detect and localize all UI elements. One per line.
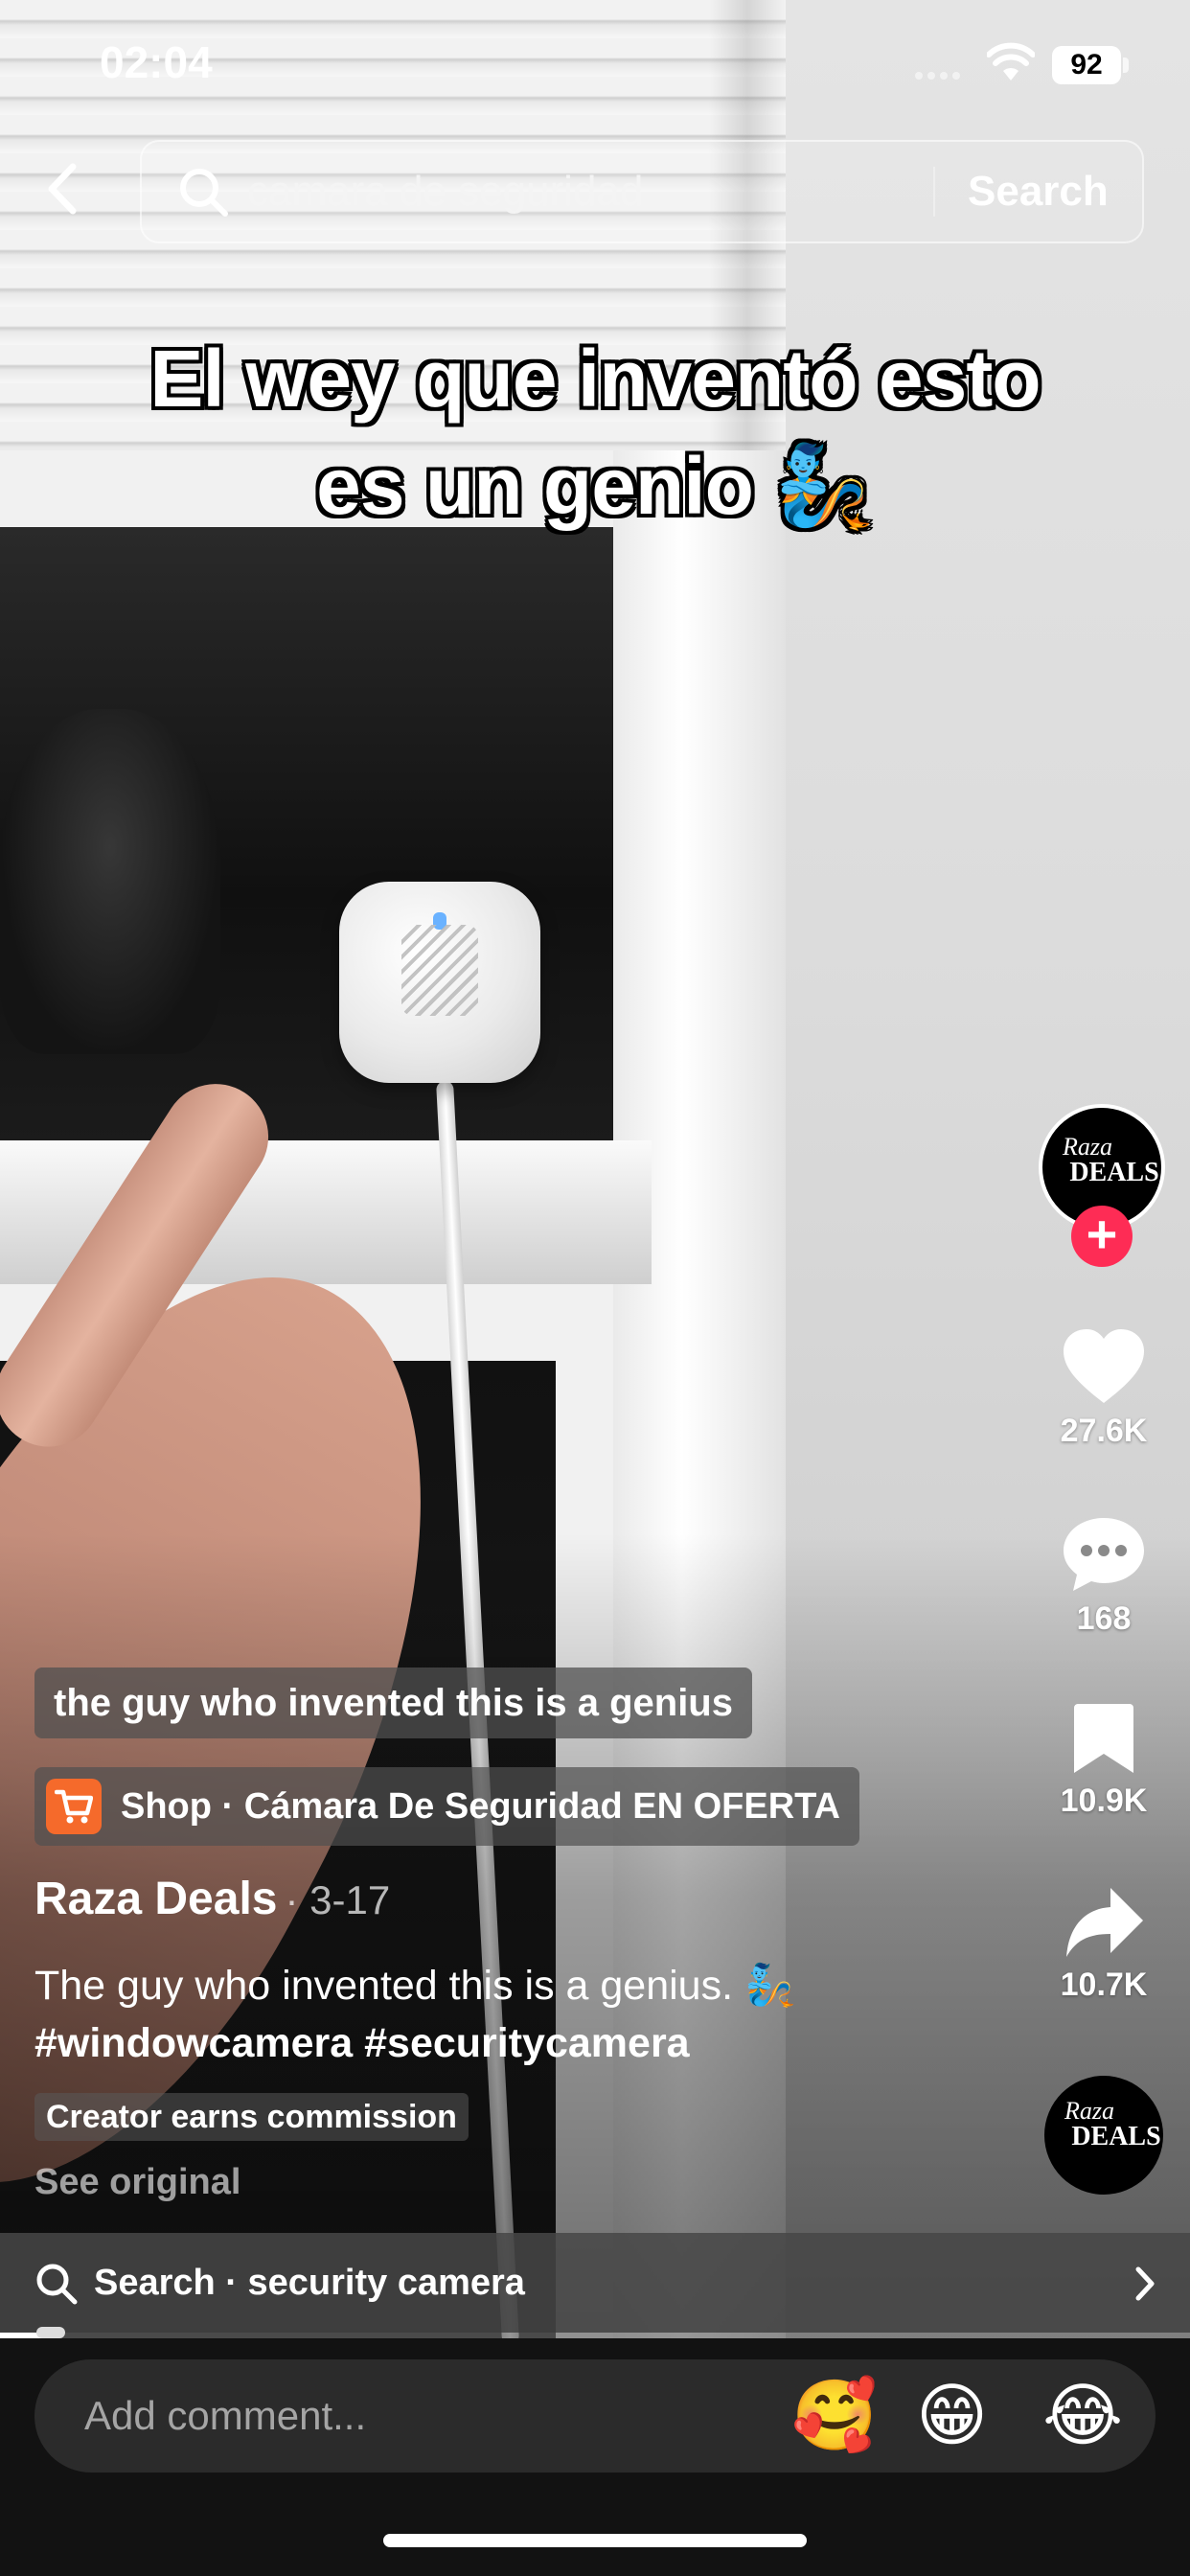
see-original-link[interactable]: See original xyxy=(34,2162,240,2203)
share-count: 10.7K xyxy=(1060,1966,1148,2003)
author-row: Raza Deals · 3-17 xyxy=(34,1873,390,1925)
search-input[interactable]: camara de seguridad xyxy=(247,142,643,242)
related-search-label: Search · security camera xyxy=(94,2263,525,2303)
status-time: 02:04 xyxy=(100,37,213,87)
video-caption-line2: es un genio 🧞 xyxy=(316,441,875,531)
translated-caption: the guy who invented this is a genius xyxy=(34,1668,752,1738)
shopping-cart-icon xyxy=(46,1779,102,1834)
emoji-button-love[interactable]: 🥰 xyxy=(791,2375,878,2457)
back-chevron-icon[interactable] xyxy=(38,155,86,222)
commission-badge: Creator earns commission xyxy=(34,2093,469,2141)
video-bottom-shade xyxy=(0,1533,1190,2338)
battery-tip xyxy=(1123,58,1129,73)
video-description: The guy who invented this is a genius. 🧞… xyxy=(34,1957,897,2072)
post-date: · 3-17 xyxy=(285,1877,391,1922)
battery-indicator: 92 xyxy=(1052,46,1121,84)
video-camera-grille xyxy=(401,925,478,1016)
emoji-button-laugh[interactable]: 😂 xyxy=(1042,2375,1123,2457)
music-disc-logo: Raza DEALS xyxy=(1064,2097,1161,2151)
related-search-bar[interactable]: Search · security camera xyxy=(0,2233,1190,2333)
video-reflection xyxy=(0,709,220,1054)
hashtags[interactable]: #windowcamera #securitycamera xyxy=(34,2014,897,2072)
search-button[interactable]: Search xyxy=(968,142,1109,242)
shop-label: Shop · Cámara De Seguridad EN OFERTA xyxy=(121,1786,840,1827)
share-button[interactable]: 10.7K xyxy=(1044,1884,1163,2004)
home-indicator[interactable] xyxy=(383,2534,807,2547)
emoji-button-grin[interactable]: 😁 xyxy=(916,2375,988,2457)
bookmark-count: 10.9K xyxy=(1060,1782,1148,1819)
playback-scrubber[interactable] xyxy=(36,2327,65,2338)
search-divider xyxy=(933,167,935,217)
like-button[interactable]: 27.6K xyxy=(1044,1326,1163,1450)
search-icon xyxy=(36,2264,78,2305)
avatar-logo: Raza DEALS xyxy=(1063,1133,1159,1187)
wifi-icon xyxy=(987,42,1035,80)
music-disc-avatar[interactable]: Raza DEALS xyxy=(1044,2076,1163,2195)
bookmark-icon xyxy=(1074,1704,1133,1773)
chevron-right-icon xyxy=(1135,2266,1155,2301)
bookmark-button[interactable]: 10.9K xyxy=(1044,1700,1163,1820)
cellular-signal-icon xyxy=(915,67,969,80)
comment-input[interactable]: Add comment... 🥰 😁 😂 xyxy=(34,2359,1156,2472)
follow-button[interactable]: + xyxy=(1071,1206,1133,1267)
shop-link[interactable]: Shop · Cámara De Seguridad EN OFERTA xyxy=(34,1767,859,1846)
search-bar[interactable]: camara de seguridad Search xyxy=(140,140,1144,243)
description-text: The guy who invented this is a genius. 🧞 xyxy=(34,1963,796,2009)
video-caption-line1: El wey que inventó esto xyxy=(149,334,1041,424)
video-security-camera xyxy=(339,882,540,1083)
author-name[interactable]: Raza Deals xyxy=(34,1874,277,1924)
comment-icon xyxy=(1064,1518,1144,1591)
comment-button[interactable]: 168 xyxy=(1044,1514,1163,1638)
heart-icon xyxy=(1064,1329,1144,1403)
share-icon xyxy=(1066,1888,1143,1957)
comment-placeholder: Add comment... xyxy=(84,2393,367,2438)
comment-count: 168 xyxy=(1076,1600,1132,1637)
search-icon xyxy=(180,169,228,217)
like-count: 27.6K xyxy=(1060,1413,1148,1449)
